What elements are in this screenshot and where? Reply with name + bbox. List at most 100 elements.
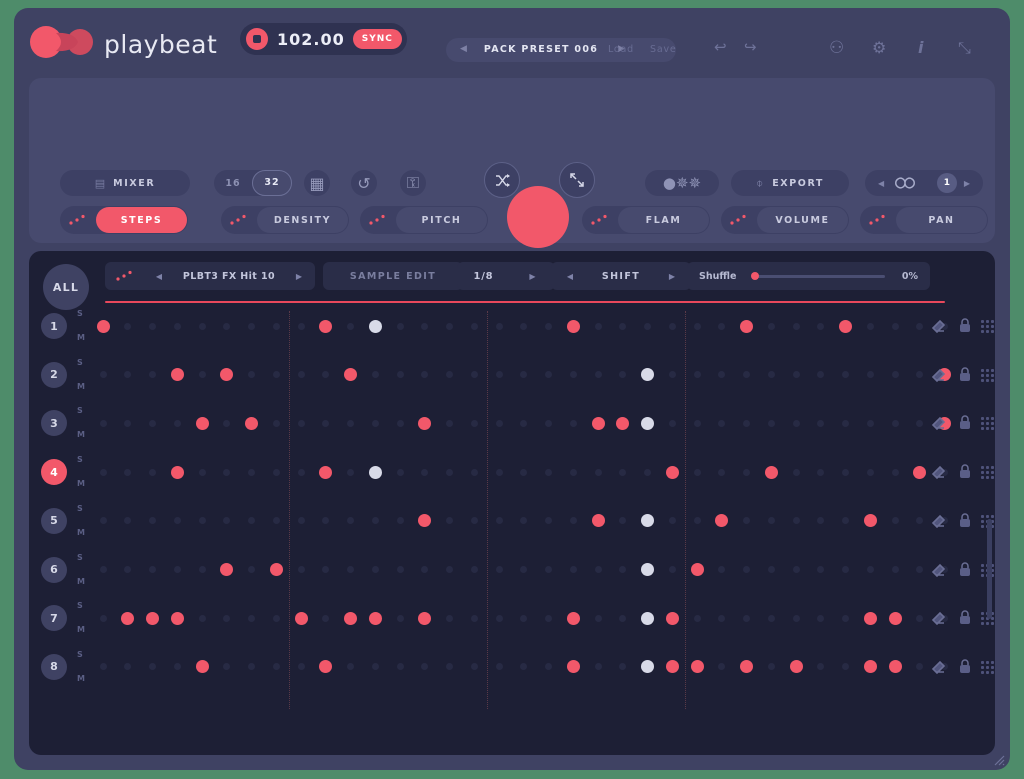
step-cell[interactable] [641, 611, 654, 625]
step-cell[interactable] [743, 468, 750, 476]
step-cell[interactable] [198, 517, 206, 525]
shuffle-slider-handle[interactable] [751, 272, 760, 280]
step-cell[interactable] [421, 468, 429, 476]
preset-prev-button[interactable]: ◀ [460, 44, 467, 54]
step-cell[interactable] [817, 663, 825, 671]
step-cell[interactable] [817, 371, 825, 379]
param-steps-cap[interactable]: STEPS [96, 207, 187, 233]
solo-button-2[interactable]: S [77, 358, 83, 367]
step-cell[interactable] [764, 465, 778, 479]
step-cell[interactable] [470, 663, 478, 671]
step-cell[interactable] [644, 322, 651, 330]
step-cell[interactable] [842, 419, 849, 427]
step-cell[interactable] [594, 322, 602, 330]
step-cell[interactable] [470, 419, 478, 427]
step-cell[interactable] [470, 566, 478, 573]
sun-moon-icon[interactable]: ●✵✵ [645, 170, 719, 196]
step-cell[interactable] [297, 371, 305, 379]
step-cell[interactable] [863, 611, 877, 625]
step-cell[interactable] [446, 614, 453, 622]
lock-icon[interactable] [959, 463, 971, 483]
all-tracks-button[interactable]: ALL [43, 264, 89, 310]
step-cell[interactable] [767, 566, 775, 573]
shuffle-control[interactable]: Shuffle 0% [687, 262, 930, 290]
step-cell[interactable] [916, 419, 924, 427]
step-cell[interactable] [916, 663, 924, 671]
step-cell[interactable] [817, 517, 825, 525]
step-cell[interactable] [891, 371, 899, 379]
param-pan-button[interactable]: PAN [860, 206, 988, 234]
track-number-3[interactable]: 3 [41, 410, 67, 437]
undo-circle-icon[interactable]: ↺ [351, 170, 377, 196]
step-cell[interactable] [347, 663, 354, 671]
step-cell[interactable] [693, 322, 701, 330]
lock-icon[interactable] [959, 414, 971, 434]
step-cell[interactable] [566, 660, 580, 674]
step-cell[interactable] [668, 517, 676, 525]
step-cell[interactable] [594, 614, 602, 622]
track-number-4[interactable]: 4 [41, 459, 67, 486]
step-cell[interactable] [792, 468, 800, 476]
mute-button-1[interactable]: M [77, 333, 85, 342]
step-cell[interactable] [121, 611, 135, 625]
step-cell[interactable] [272, 419, 280, 427]
preset-load-button[interactable]: Load [608, 44, 634, 55]
step-cell[interactable] [495, 371, 503, 379]
step-cell[interactable] [916, 517, 924, 525]
info-icon[interactable]: i [918, 38, 923, 57]
step-cell[interactable] [842, 566, 849, 573]
sample-next-button[interactable]: ▶ [293, 272, 305, 281]
param-pitch-button[interactable]: PITCH [360, 206, 488, 234]
step-cell[interactable] [396, 371, 404, 379]
step-cell[interactable] [173, 419, 181, 427]
step-cell[interactable] [149, 663, 156, 671]
step-cell[interactable] [566, 611, 580, 625]
drag-grip-icon[interactable] [981, 466, 994, 480]
step-cell[interactable] [545, 322, 552, 330]
step-cell[interactable] [668, 322, 676, 330]
step-cell[interactable] [520, 517, 528, 525]
mixer-button[interactable]: ▤ MIXER [60, 170, 190, 196]
solo-button-6[interactable]: S [77, 553, 83, 562]
rate-next-button[interactable]: ▶ [526, 272, 538, 281]
step-cell[interactable] [368, 465, 382, 479]
step-cell[interactable] [272, 663, 280, 671]
step-cell[interactable] [767, 614, 775, 622]
step-cell[interactable] [347, 419, 354, 427]
step-cell[interactable] [792, 517, 800, 525]
param-steps-button[interactable]: STEPS [60, 206, 188, 234]
arrows-icon[interactable] [559, 162, 595, 198]
step-cell[interactable] [668, 371, 676, 379]
step-cell[interactable] [99, 614, 107, 622]
step-cell[interactable] [891, 322, 899, 330]
step-cell[interactable] [344, 611, 357, 625]
drag-grip-icon[interactable] [981, 660, 994, 674]
param-density-cap[interactable]: DENSITY [257, 207, 348, 233]
step-cell[interactable] [690, 563, 704, 576]
lock-icon[interactable] [959, 561, 971, 581]
step-cell[interactable] [594, 566, 602, 573]
step-cell[interactable] [767, 517, 775, 525]
step-cell[interactable] [421, 663, 429, 671]
step-cell[interactable] [198, 468, 206, 476]
step-cell[interactable] [740, 319, 753, 333]
step-cell[interactable] [248, 614, 255, 622]
step-cell[interactable] [396, 566, 404, 573]
mute-button-6[interactable]: M [77, 577, 85, 586]
step-cell[interactable] [198, 566, 206, 573]
step-cell[interactable] [297, 419, 305, 427]
step-cell[interactable] [470, 322, 478, 330]
step-cell[interactable] [371, 517, 379, 525]
step-cell[interactable] [842, 614, 849, 622]
step-cell[interactable] [396, 419, 404, 427]
step-cell[interactable] [817, 468, 825, 476]
solo-button-1[interactable]: S [77, 309, 83, 318]
step-cell[interactable] [619, 614, 627, 622]
step-cell[interactable] [124, 517, 132, 525]
step-cell[interactable] [347, 517, 354, 525]
step-cell[interactable] [594, 663, 602, 671]
step-cell[interactable] [149, 566, 156, 573]
eraser-icon[interactable] [931, 513, 947, 532]
step-cell[interactable] [665, 465, 679, 479]
step-cell[interactable] [421, 566, 429, 573]
